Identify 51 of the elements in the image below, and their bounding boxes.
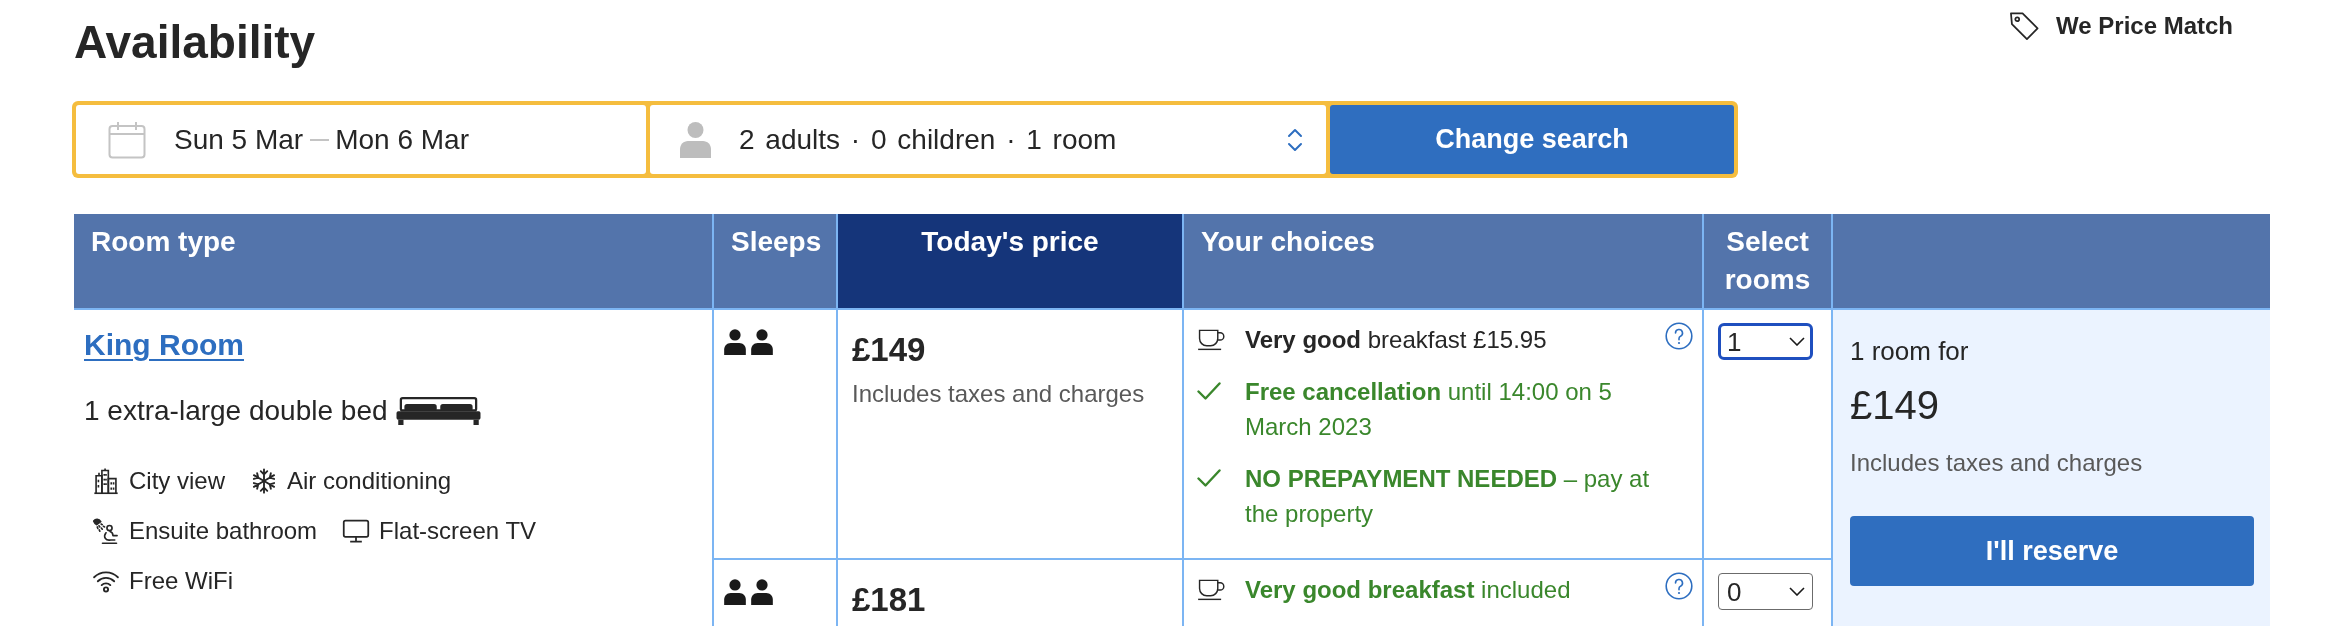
help-icon[interactable] [1665, 322, 1693, 350]
facility-label: Free WiFi [129, 566, 233, 596]
facility-label: City view [129, 466, 225, 496]
meal-option-text: Very good breakfast included [1245, 575, 1572, 605]
change-search-button[interactable]: Change search [1330, 105, 1734, 174]
facility-label: Air conditioning [287, 466, 452, 496]
total-price: £149 [1850, 382, 1940, 428]
column-header: Sleeps [714, 214, 838, 310]
rooms-select[interactable]: 0 [1718, 573, 1813, 610]
price-match-link[interactable]: We Price Match [2056, 11, 2233, 41]
monitor-icon [342, 517, 371, 545]
column-header: Select rooms [1704, 214, 1833, 310]
column-header: Room type [74, 214, 714, 310]
cup-icon [1197, 328, 1228, 351]
price-note: Includes taxes and charges [1850, 448, 2144, 478]
person-icon [724, 329, 746, 355]
room-price: £181 [852, 580, 927, 620]
buildings-icon [92, 467, 120, 495]
meal-option-text: Very good breakfast £15.95 [1245, 325, 1548, 355]
tag-icon [2009, 11, 2041, 41]
price-note: Includes taxes and charges [852, 379, 1146, 409]
check-icon [1197, 382, 1221, 401]
column-header: Today's price [838, 214, 1184, 310]
help-icon[interactable] [1665, 572, 1693, 600]
section-title: Availability [74, 15, 316, 70]
shower-icon [92, 517, 120, 545]
snowflake-icon [250, 467, 278, 495]
facility-label: Ensuite bathroom [129, 516, 318, 546]
chevron-icon [1789, 337, 1805, 346]
person-icon [724, 579, 746, 605]
person-icon [751, 579, 773, 605]
rooms-select[interactable]: 1 [1718, 323, 1813, 360]
date-field[interactable]: Sun 5 Mar Mon 6 Mar [76, 105, 646, 174]
column-header: Your choices [1184, 214, 1704, 310]
person-icon [680, 121, 711, 158]
calendar-icon [108, 120, 146, 159]
bed-type-text: 1 extra-large double bed [84, 394, 388, 428]
room-count-text: 1 room for [1850, 335, 1970, 368]
guests-field[interactable]: 2 adults · 0 children · 1 room [650, 105, 1326, 174]
policy-text: NO PREPAYMENT NEEDED – pay at the property [1245, 464, 1651, 529]
person-icon [751, 329, 773, 355]
policy-text: Free cancellation until 14:00 on 5 March 2023 [1245, 377, 1613, 442]
cup-icon [1197, 578, 1228, 601]
chevron-icon [1287, 126, 1303, 153]
room-name-link[interactable]: King Room [84, 325, 244, 365]
check-icon [1197, 469, 1221, 488]
facility-label: Flat-screen TV [379, 516, 537, 546]
room-price: £149 [852, 330, 927, 370]
reserve-button[interactable]: I'll reserve [1850, 516, 2254, 586]
chevron-icon [1789, 587, 1805, 596]
bed-icon [395, 397, 481, 425]
